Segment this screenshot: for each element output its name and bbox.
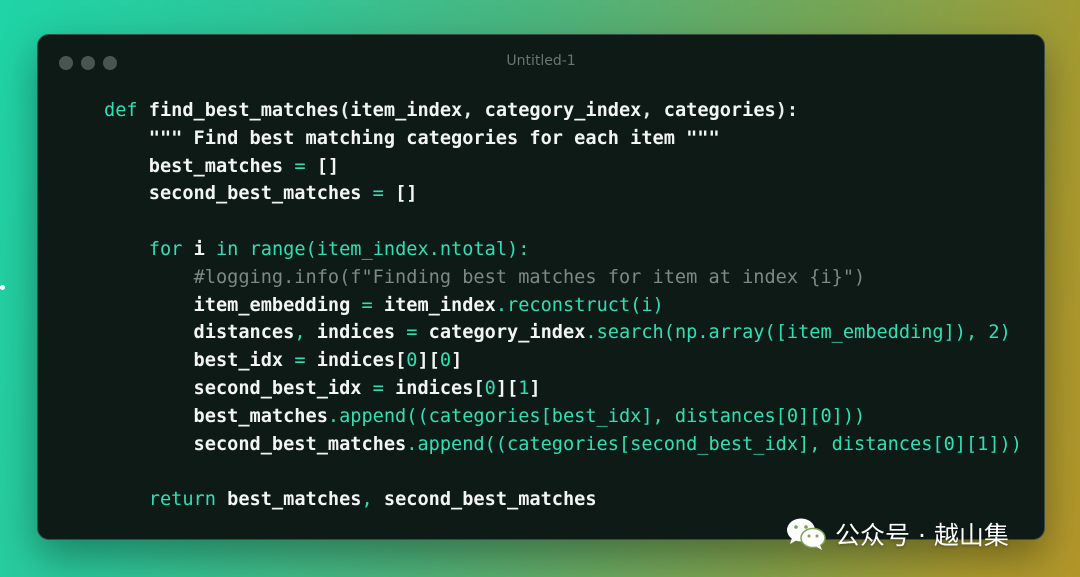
code-token: []: [383, 183, 418, 205]
code-token: find_best_matches: [148, 100, 340, 121]
code-line: second_best_matches = []: [104, 180, 1022, 208]
code-line: #logging.info(f"Finding best matches for…: [104, 264, 1022, 292]
code-line: return best_matches, second_best_matches: [104, 486, 1022, 514]
code-token: best_idx: [104, 350, 295, 372]
code-token: indices: [305, 322, 407, 344]
code-token: ][: [417, 350, 440, 372]
code-token: #logging.info(f"Finding best matches for…: [193, 266, 866, 288]
code-token: i: [182, 238, 216, 260]
code-token: distances: [104, 322, 295, 344]
code-line: item_embedding = item_index.reconstruct(…: [104, 292, 1022, 320]
code-token: []: [305, 155, 340, 177]
wechat-icon: [787, 518, 826, 550]
watermark-text: 公众号 · 越山集: [835, 521, 1009, 550]
code-line: distances, indices = category_index.sear…: [104, 319, 1022, 347]
code-token: .search(np.array([item_embedding]), 2): [585, 322, 1011, 344]
code-token: second_best_matches: [372, 489, 597, 511]
edge-dot: [0, 285, 5, 290]
code-token: =: [361, 294, 373, 316]
code-token: ]: [529, 377, 541, 399]
code-token: range(item_index.ntotal):: [249, 238, 530, 260]
code-token: =: [406, 322, 418, 344]
code-token: ]: [451, 350, 463, 372]
code-token: in: [215, 238, 239, 260]
code-token: second_best_matches: [104, 433, 407, 455]
code-token: 1: [518, 377, 530, 399]
code-line: second_best_matches.append((categories[s…: [104, 431, 1022, 459]
code-token: =: [294, 155, 306, 177]
code-token: second_best_matches: [104, 183, 373, 205]
code-token: ,: [294, 322, 306, 344]
code-block[interactable]: def find_best_matches(item_index, catego…: [104, 97, 1022, 514]
code-token: =: [294, 350, 306, 372]
code-token: item_embedding: [104, 294, 362, 316]
code-token: category_index: [484, 100, 642, 121]
code-token: .append((categories[best_idx], distances…: [327, 405, 866, 427]
window-title: Untitled-1: [506, 53, 576, 69]
code-token: =: [372, 377, 384, 399]
code-token: ,: [361, 489, 373, 511]
watermark: 公众号 · 越山集: [785, 516, 1009, 552]
code-line: best_matches = []: [104, 153, 1022, 181]
code-token: 0: [484, 377, 496, 399]
code-token: return: [148, 489, 216, 511]
code-line: best_idx = indices[0][0]: [104, 347, 1022, 375]
code-token: ,: [641, 100, 664, 121]
code-token: 0: [439, 350, 452, 372]
code-line: best_matches.append((categories[best_idx…: [104, 403, 1022, 431]
code-line: """ Find best matching categories for ea…: [104, 125, 1022, 153]
code-token: ,: [462, 100, 485, 121]
code-token: .reconstruct(i): [495, 294, 664, 316]
code-token: 0: [406, 350, 418, 372]
editor-window: Untitled-1 def find_best_matches(item_in…: [37, 34, 1045, 540]
code-token: category_index: [417, 322, 586, 344]
code-line: second_best_idx = indices[0][1]: [104, 375, 1022, 403]
code-token: item_index: [372, 294, 496, 316]
code-line: for i in range(item_index.ntotal):: [104, 236, 1022, 264]
code-token: """ Find best matching categories for ea…: [148, 127, 720, 149]
code-token: .append((categories[second_best_idx], di…: [406, 433, 1022, 455]
code-line: def find_best_matches(item_index, catego…: [104, 97, 1022, 125]
code-token: best_matches: [215, 489, 362, 511]
code-token: second_best_idx: [104, 377, 373, 399]
code-token: =: [372, 183, 384, 205]
code-token: best_matches: [104, 155, 295, 177]
code-token: item_index: [350, 100, 463, 121]
code-token: categories: [663, 100, 776, 121]
code-token: (: [339, 100, 351, 121]
code-token: ):: [775, 100, 799, 121]
code-token: indices[: [305, 350, 407, 372]
code-token: for: [148, 238, 183, 260]
window-titlebar: Untitled-1: [38, 35, 1044, 91]
code-token: ][: [495, 377, 519, 399]
code-token: best_matches: [104, 405, 328, 427]
code-token: indices[: [383, 377, 485, 399]
code-token: def: [104, 100, 149, 121]
